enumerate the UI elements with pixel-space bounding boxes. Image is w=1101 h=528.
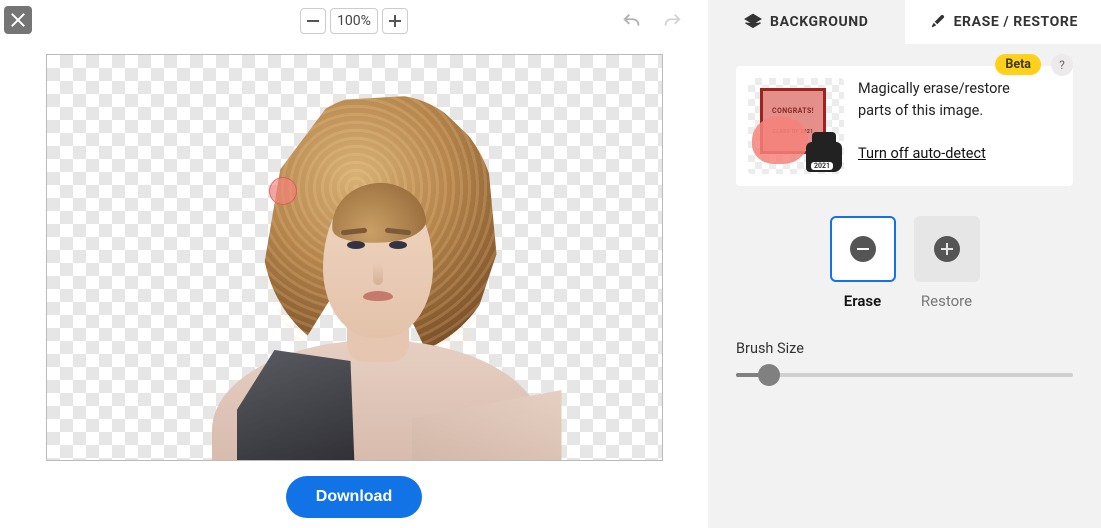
redo-button[interactable] — [658, 8, 686, 36]
layers-icon — [744, 13, 762, 31]
close-icon — [11, 13, 25, 27]
plus-circle-icon — [934, 236, 960, 262]
plus-icon — [389, 15, 401, 27]
image-canvas[interactable] — [46, 54, 663, 461]
info-text: Magically erase/restore parts of this im… — [858, 78, 1010, 174]
brush-size-section: Brush Size — [736, 340, 1073, 383]
example-thumbnail: CONGRATS! CLASS OF 2021 — [748, 78, 844, 174]
brush-size-label: Brush Size — [736, 340, 1073, 357]
info-card: Beta ? CONGRATS! CLASS OF 2021 Magically… — [736, 66, 1073, 186]
zoom-in-button[interactable] — [382, 8, 408, 34]
tab-erase-restore[interactable]: ERASE / RESTORE — [905, 0, 1101, 44]
tool-tabs: BACKGROUND ERASE / RESTORE — [708, 0, 1101, 44]
tool-erase[interactable]: Erase — [830, 216, 896, 310]
close-button[interactable] — [4, 6, 32, 34]
download-button[interactable]: Download — [286, 476, 422, 518]
beta-badge: Beta — [995, 54, 1041, 75]
tool-toggle: Erase Restore — [736, 216, 1073, 310]
minus-circle-icon — [850, 236, 876, 262]
tab-background-label: BACKGROUND — [770, 14, 868, 30]
brush-size-slider[interactable] — [736, 367, 1073, 383]
brush-cursor — [269, 177, 297, 205]
zoom-level-display[interactable]: 100% — [330, 8, 378, 34]
tool-restore[interactable]: Restore — [914, 216, 980, 310]
minus-icon — [307, 20, 319, 22]
thumb-title: CONGRATS! — [772, 107, 814, 115]
tool-restore-label: Restore — [921, 292, 972, 310]
undo-icon — [621, 11, 643, 33]
tab-background[interactable]: BACKGROUND — [708, 0, 905, 44]
slider-track — [736, 373, 1073, 377]
brush-icon — [928, 13, 946, 31]
help-button[interactable]: ? — [1051, 54, 1073, 76]
zoom-toolbar: 100% — [0, 0, 708, 42]
undo-button[interactable] — [618, 8, 646, 36]
redo-icon — [661, 11, 683, 33]
info-line1: Magically erase/restore — [858, 80, 1010, 97]
tab-erase-restore-label: ERASE / RESTORE — [954, 14, 1078, 30]
info-line2: parts of this image. — [858, 102, 983, 119]
slider-thumb[interactable] — [758, 364, 780, 386]
zoom-out-button[interactable] — [300, 8, 326, 34]
undo-redo-group — [618, 0, 686, 44]
turn-off-auto-detect-link[interactable]: Turn off auto-detect — [858, 145, 986, 162]
portrait-image — [247, 55, 507, 460]
tool-erase-label: Erase — [844, 292, 881, 310]
